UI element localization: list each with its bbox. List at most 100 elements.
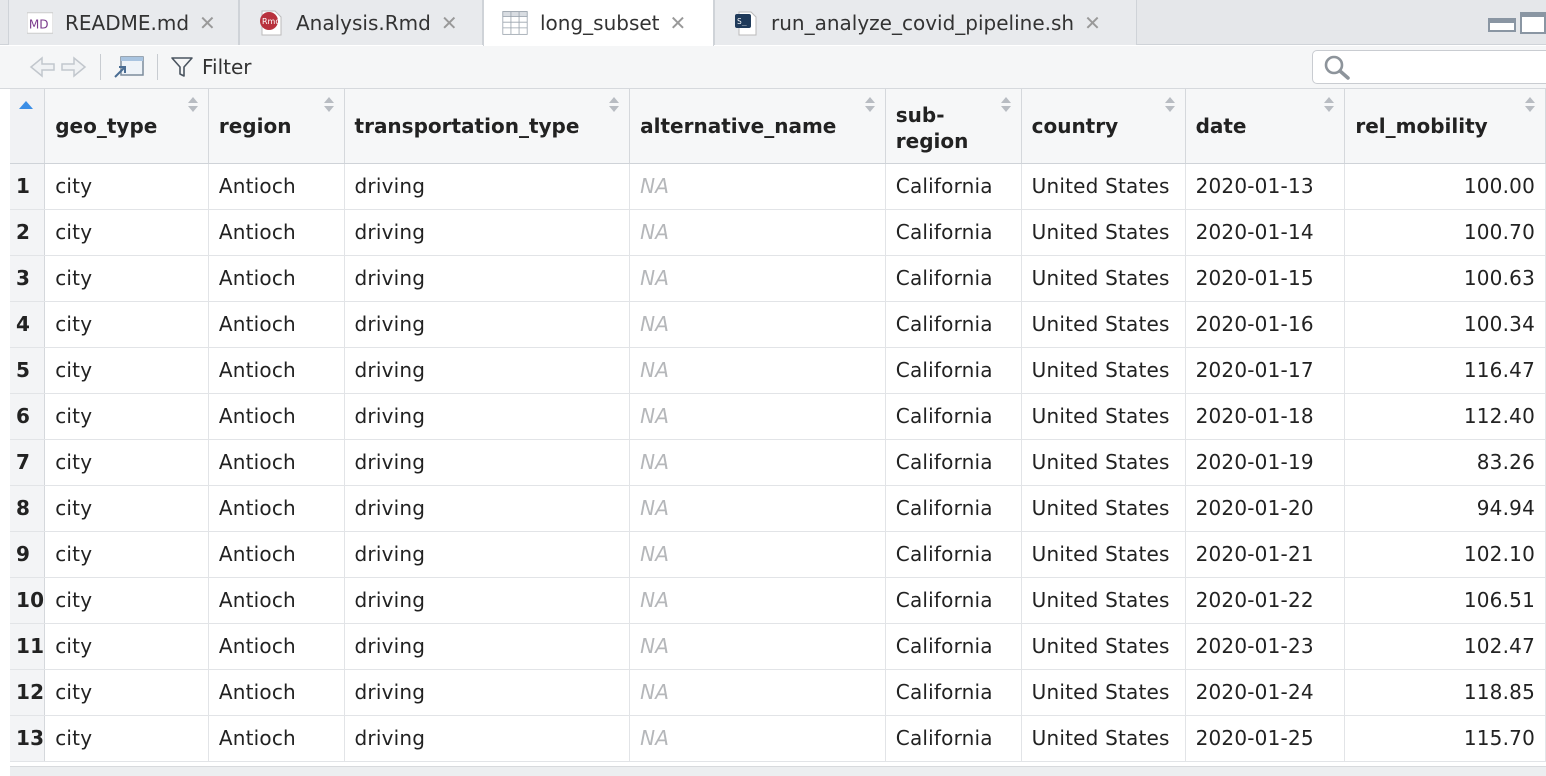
row-index[interactable]: 2 <box>10 209 46 256</box>
table-row[interactable]: 6 city Antioch driving NA California United St… <box>10 393 1546 440</box>
cell-country[interactable]: United States <box>1021 531 1186 578</box>
cell-region[interactable]: Antioch <box>208 163 345 210</box>
cell-rel-mobility[interactable]: 102.47 <box>1344 623 1546 670</box>
cell-date[interactable]: 2020-01-24 <box>1185 669 1346 716</box>
cell-sub-region[interactable]: California <box>885 577 1022 624</box>
cell-country[interactable]: United States <box>1021 301 1186 348</box>
cell-country[interactable]: United States <box>1021 347 1186 394</box>
cell-alternative-name[interactable]: NA <box>629 715 886 762</box>
cell-sub-region[interactable]: California <box>885 439 1022 486</box>
cell-date[interactable]: 2020-01-16 <box>1185 301 1346 348</box>
cell-region[interactable]: Antioch <box>208 439 345 486</box>
cell-sub-region[interactable]: California <box>885 485 1022 532</box>
cell-date[interactable]: 2020-01-15 <box>1185 255 1346 302</box>
column-header-sub-region[interactable]: sub- region <box>885 89 1022 164</box>
cell-region[interactable]: Antioch <box>208 715 345 762</box>
cell-geo-type[interactable]: city <box>44 163 209 210</box>
cell-transportation-type[interactable]: driving <box>344 669 631 716</box>
table-row[interactable]: 11 city Antioch driving NA California United S… <box>10 623 1546 670</box>
cell-alternative-name[interactable]: NA <box>629 485 886 532</box>
cell-geo-type[interactable]: city <box>44 301 209 348</box>
cell-rel-mobility[interactable]: 100.34 <box>1344 301 1546 348</box>
cell-alternative-name[interactable]: NA <box>629 393 886 440</box>
row-index[interactable]: 7 <box>10 439 46 486</box>
tab-analysis-rmd[interactable]: Rmd Analysis.Rmd ✕ <box>239 0 483 45</box>
cell-geo-type[interactable]: city <box>44 347 209 394</box>
cell-region[interactable]: Antioch <box>208 393 345 440</box>
cell-rel-mobility[interactable]: 118.85 <box>1344 669 1546 716</box>
show-in-new-window-button[interactable] <box>113 55 145 79</box>
cell-sub-region[interactable]: California <box>885 531 1022 578</box>
cell-date[interactable]: 2020-01-22 <box>1185 577 1346 624</box>
table-row[interactable]: 10 city Antioch driving NA California United S… <box>10 577 1546 624</box>
search-box[interactable] <box>1312 50 1546 84</box>
row-index[interactable]: 10 <box>10 577 46 624</box>
cell-date[interactable]: 2020-01-19 <box>1185 439 1346 486</box>
column-header-alternative-name[interactable]: alternative_name <box>629 89 886 164</box>
cell-sub-region[interactable]: California <box>885 623 1022 670</box>
cell-region[interactable]: Antioch <box>208 347 345 394</box>
cell-country[interactable]: United States <box>1021 393 1186 440</box>
cell-alternative-name[interactable]: NA <box>629 255 886 302</box>
cell-region[interactable]: Antioch <box>208 577 345 624</box>
row-index[interactable]: 6 <box>10 393 46 440</box>
cell-sub-region[interactable]: California <box>885 669 1022 716</box>
cell-region[interactable]: Antioch <box>208 623 345 670</box>
cell-country[interactable]: United States <box>1021 163 1186 210</box>
table-row[interactable]: 9 city Antioch driving NA California United St… <box>10 531 1546 578</box>
cell-rel-mobility[interactable]: 106.51 <box>1344 577 1546 624</box>
row-index[interactable]: 4 <box>10 301 46 348</box>
cell-geo-type[interactable]: city <box>44 669 209 716</box>
cell-transportation-type[interactable]: driving <box>344 347 631 394</box>
cell-region[interactable]: Antioch <box>208 209 345 256</box>
cell-country[interactable]: United States <box>1021 715 1186 762</box>
column-header-region[interactable]: region <box>208 89 345 164</box>
close-icon[interactable]: ✕ <box>1084 11 1101 35</box>
table-row[interactable]: 12 city Antioch driving NA California United S… <box>10 669 1546 716</box>
cell-country[interactable]: United States <box>1021 255 1186 302</box>
cell-geo-type[interactable]: city <box>44 485 209 532</box>
cell-geo-type[interactable]: city <box>44 623 209 670</box>
cell-date[interactable]: 2020-01-13 <box>1185 163 1346 210</box>
cell-sub-region[interactable]: California <box>885 715 1022 762</box>
cell-sub-region[interactable]: California <box>885 209 1022 256</box>
cell-country[interactable]: United States <box>1021 669 1186 716</box>
cell-geo-type[interactable]: city <box>44 439 209 486</box>
column-header-geo-type[interactable]: geo_type <box>44 89 209 164</box>
table-row[interactable]: 8 city Antioch driving NA California United St… <box>10 485 1546 532</box>
column-header-date[interactable]: date <box>1185 89 1346 164</box>
cell-country[interactable]: United States <box>1021 623 1186 670</box>
table-row[interactable]: 7 city Antioch driving NA California United St… <box>10 439 1546 486</box>
cell-transportation-type[interactable]: driving <box>344 439 631 486</box>
cell-country[interactable]: United States <box>1021 439 1186 486</box>
close-icon[interactable]: ✕ <box>199 11 216 35</box>
tab-readme[interactable]: MD README.md ✕ <box>8 0 239 45</box>
cell-sub-region[interactable]: California <box>885 301 1022 348</box>
cell-region[interactable]: Antioch <box>208 301 345 348</box>
back-button[interactable] <box>28 55 56 79</box>
cell-geo-type[interactable]: city <box>44 393 209 440</box>
cell-transportation-type[interactable]: driving <box>344 623 631 670</box>
cell-country[interactable]: United States <box>1021 485 1186 532</box>
row-index[interactable]: 5 <box>10 347 46 394</box>
cell-country[interactable]: United States <box>1021 209 1186 256</box>
cell-transportation-type[interactable]: driving <box>344 393 631 440</box>
row-index[interactable]: 11 <box>10 623 46 670</box>
cell-rel-mobility[interactable]: 115.70 <box>1344 715 1546 762</box>
cell-rel-mobility[interactable]: 100.63 <box>1344 255 1546 302</box>
minimize-pane-button[interactable] <box>1488 18 1516 32</box>
cell-transportation-type[interactable]: driving <box>344 715 631 762</box>
close-icon[interactable]: ✕ <box>441 11 458 35</box>
cell-sub-region[interactable]: California <box>885 393 1022 440</box>
column-header-country[interactable]: country <box>1021 89 1186 164</box>
forward-button[interactable] <box>60 55 88 79</box>
cell-region[interactable]: Antioch <box>208 531 345 578</box>
cell-alternative-name[interactable]: NA <box>629 439 886 486</box>
cell-geo-type[interactable]: city <box>44 577 209 624</box>
cell-sub-region[interactable]: California <box>885 255 1022 302</box>
cell-transportation-type[interactable]: driving <box>344 577 631 624</box>
cell-rel-mobility[interactable]: 100.00 <box>1344 163 1546 210</box>
cell-rel-mobility[interactable]: 116.47 <box>1344 347 1546 394</box>
row-index[interactable]: 13 <box>10 715 46 762</box>
cell-region[interactable]: Antioch <box>208 485 345 532</box>
